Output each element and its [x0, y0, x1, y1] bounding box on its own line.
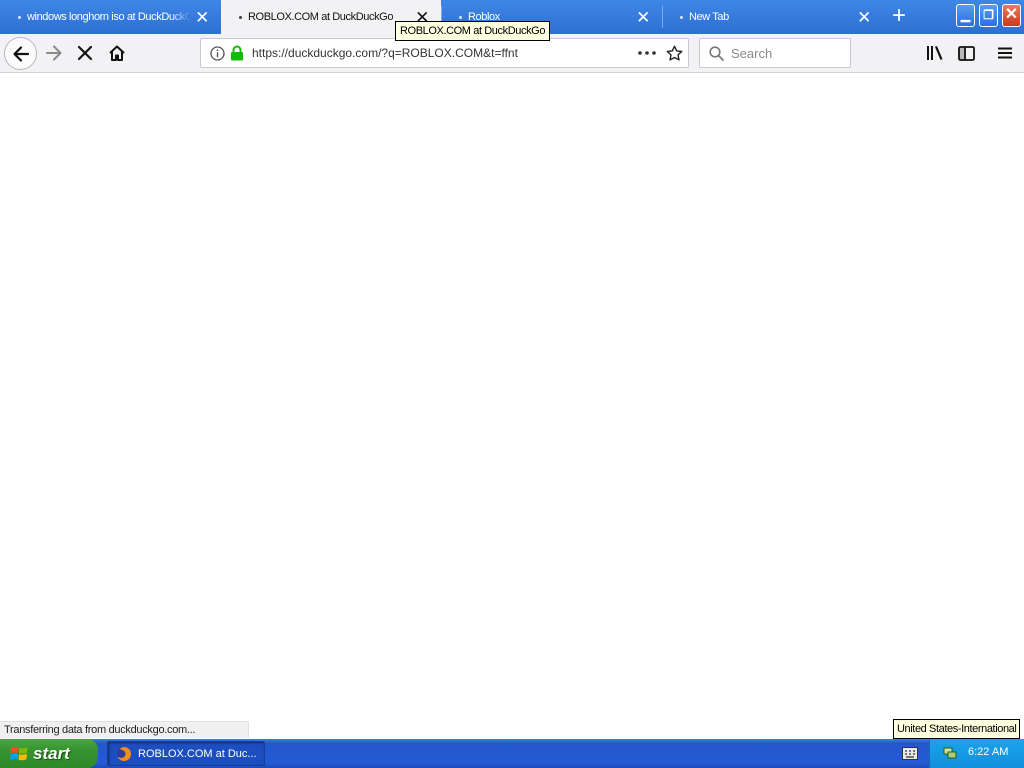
clock: 6:22 AM [968, 746, 1009, 758]
tab-close-icon[interactable]: ✕ [191, 9, 213, 26]
page-actions-icon[interactable] [638, 51, 656, 55]
minimize-button[interactable]: ▁ [956, 4, 975, 27]
stop-button[interactable] [70, 38, 100, 68]
sidebar-icon [957, 45, 975, 61]
language-tooltip: United States-International [893, 719, 1021, 739]
back-arrow-icon [12, 45, 29, 62]
forward-arrow-icon [46, 45, 62, 61]
home-button[interactable] [102, 38, 132, 68]
start-button[interactable]: start [0, 739, 98, 768]
library-button[interactable] [920, 38, 950, 68]
url-text[interactable]: https://duckduckgo.com/?q=ROBLOX.COM&t=f… [252, 46, 518, 60]
tab-loading-icon [239, 15, 242, 19]
taskbar: start ROBLOX.COM at Duc... 6:22 AM [0, 739, 1024, 768]
page-content-area[interactable] [0, 74, 1024, 721]
search-icon [709, 46, 724, 61]
taskbar-item-firefox[interactable]: ROBLOX.COM at Duc... [107, 741, 265, 766]
stop-x-icon [77, 45, 93, 61]
desktop-screen: windows longhorn iso at DuckDuckGo ✕ ROB… [0, 0, 1024, 768]
close-window-button[interactable]: ✕ [1002, 4, 1021, 27]
restore-button[interactable]: ❐ [979, 4, 998, 27]
keyboard-language-icon[interactable] [902, 747, 918, 760]
tab-tooltip: ROBLOX.COM at DuckDuckGo [395, 21, 551, 41]
tab-close-icon[interactable]: ✕ [853, 9, 875, 26]
network-icon[interactable] [942, 745, 958, 761]
home-icon [109, 45, 125, 61]
url-bar[interactable]: https://duckduckgo.com/?q=ROBLOX.COM&t=f… [200, 38, 689, 68]
library-icon [927, 46, 943, 60]
taskbar-item-label: ROBLOX.COM at Duc... [138, 747, 257, 760]
minimize-icon: ▁ [960, 8, 971, 22]
search-placeholder: Search [731, 46, 773, 61]
bookmark-star-icon[interactable] [666, 45, 683, 62]
restore-icon: ❐ [983, 8, 994, 22]
forward-button[interactable] [39, 38, 69, 68]
tab-favicon-icon [18, 15, 21, 19]
tab-title: New Tab [689, 11, 729, 23]
sidebar-toggle-button[interactable] [951, 38, 981, 68]
tab-new-tab[interactable]: New Tab ✕ [662, 0, 883, 34]
status-panel: Transferring data from duckduckgo.com... [0, 721, 249, 738]
back-button[interactable] [4, 37, 37, 70]
hamburger-menu-icon [998, 47, 1012, 59]
new-tab-button[interactable]: + [886, 4, 912, 30]
system-tray: 6:22 AM [929, 739, 1024, 768]
tab-windows-longhorn[interactable]: windows longhorn iso at DuckDuckGo ✕ [0, 0, 221, 34]
search-bar[interactable]: Search [699, 38, 851, 68]
close-icon: ✕ [1004, 6, 1019, 23]
info-icon[interactable] [210, 46, 225, 61]
menu-button[interactable] [990, 38, 1020, 68]
tab-favicon-icon [459, 15, 462, 19]
start-label: start [33, 743, 70, 763]
tab-title: ROBLOX.COM at DuckDuckGo [248, 11, 394, 23]
tab-title: windows longhorn iso at DuckDuckGo [27, 11, 191, 23]
windows-flag-icon [10, 746, 28, 761]
firefox-icon [117, 746, 132, 761]
secure-lock-icon[interactable] [230, 45, 244, 61]
tab-close-icon[interactable]: ✕ [632, 9, 654, 26]
tab-favicon-icon [680, 15, 683, 19]
